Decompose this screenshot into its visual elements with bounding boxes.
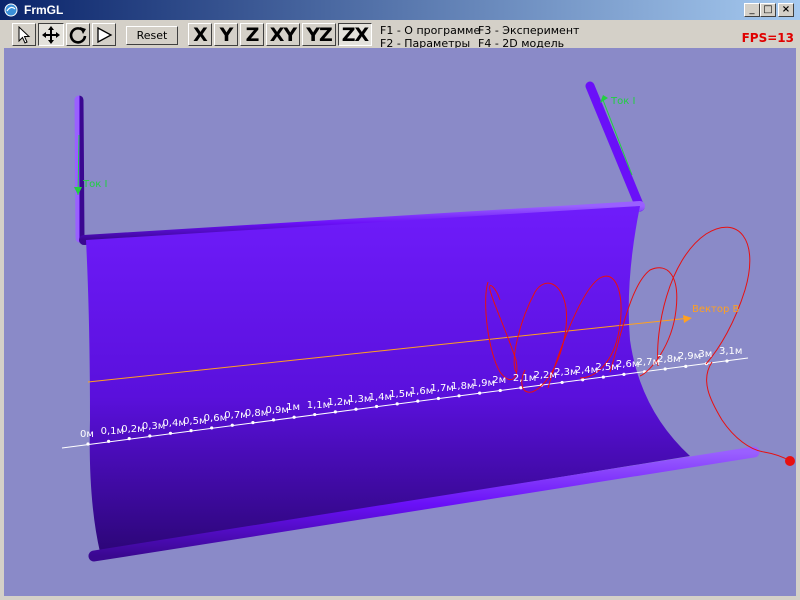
ruler-tick-dot xyxy=(395,402,399,406)
ruler-tick-dot xyxy=(601,375,605,379)
ruler-tick-dot xyxy=(374,404,379,409)
maximize-button[interactable]: □ xyxy=(760,3,776,17)
ruler-tick-dot xyxy=(663,367,667,371)
ruler-tick-dot xyxy=(457,394,461,398)
ruler-tick-dot xyxy=(189,429,193,433)
fps-counter: FPS=13 xyxy=(741,31,794,45)
ruler-tick-dot xyxy=(560,380,564,385)
ruler-tick-label: 0м xyxy=(80,429,94,440)
vector-b-label: Вектор B xyxy=(692,304,740,315)
play-icon xyxy=(97,26,113,43)
ruler-tick-dot xyxy=(251,420,255,425)
cursor-arrow-icon xyxy=(18,25,31,44)
ruler-tick-dot xyxy=(581,378,585,382)
magnet-surface xyxy=(86,206,690,552)
particle-dot xyxy=(785,456,795,466)
ruler-tick-label: 3м xyxy=(698,348,713,360)
ruler-tick-dot xyxy=(622,372,626,376)
play-tool-button[interactable] xyxy=(92,23,116,46)
ruler-tick-dot xyxy=(333,410,337,414)
toolbar: Reset X Y Z XY YZ ZX F1 - О программе F2… xyxy=(0,20,800,50)
rotate-icon xyxy=(69,26,87,44)
title-bar: FrmGL _ □ × xyxy=(0,0,800,20)
ruler-tick-dot xyxy=(354,407,358,411)
move-arrows-icon xyxy=(42,25,60,44)
ruler-tick-dot xyxy=(498,388,502,393)
view-z-button[interactable]: Z xyxy=(240,23,264,46)
window-title: FrmGL xyxy=(24,3,64,17)
ruler-tick-dot xyxy=(86,442,90,446)
view-y-button[interactable]: Y xyxy=(214,23,238,46)
view-yz-button[interactable]: YZ xyxy=(302,23,336,46)
ruler-tick-dot xyxy=(107,439,111,443)
view-zx-button[interactable]: ZX xyxy=(338,23,372,46)
current-label-right: Ток I xyxy=(611,96,636,107)
reset-button[interactable]: Reset xyxy=(126,26,178,45)
app-icon xyxy=(4,3,18,17)
ruler-tick-dot xyxy=(127,437,131,441)
ruler-tick-dot xyxy=(313,412,317,417)
scene-canvas xyxy=(61,81,795,562)
close-button[interactable]: × xyxy=(778,3,794,17)
ruler-tick-label: 3,1м xyxy=(719,346,743,357)
ruler-tick-dot xyxy=(271,418,276,422)
help-f1: F1 - О программе xyxy=(380,24,481,37)
ruler-tick-dot xyxy=(478,391,482,395)
ruler-tick-dot xyxy=(684,364,688,368)
select-tool-button[interactable] xyxy=(12,23,36,46)
gl-viewport[interactable]: Ток I Ток I Вектор B 0м 0,1м 0,2м 0,3м 0,4м 0… xyxy=(4,48,796,596)
current-label-left: Ток I xyxy=(83,179,108,190)
ruler-tick-dot xyxy=(436,396,441,401)
ruler-tick-dot xyxy=(148,434,152,438)
help-f3: F3 - Эксперимент xyxy=(478,24,580,37)
view-x-button[interactable]: X xyxy=(188,23,212,46)
ruler-tick-label: 2м xyxy=(492,375,507,387)
ruler-tick-dot xyxy=(168,431,173,435)
ruler-tick-dot xyxy=(292,415,296,419)
move-tool-button[interactable] xyxy=(38,23,64,46)
ruler-tick-label: 1м xyxy=(286,402,301,414)
view-xy-button[interactable]: XY xyxy=(266,23,300,46)
ruler-tick-dot xyxy=(210,426,214,430)
current-markers xyxy=(74,95,633,196)
rotate-tool-button[interactable] xyxy=(66,23,90,46)
ruler-tick-dot xyxy=(416,399,420,403)
minimize-button[interactable]: _ xyxy=(744,3,760,17)
ruler-tick-dot xyxy=(230,423,234,427)
ruler-tick-dot xyxy=(725,359,729,363)
